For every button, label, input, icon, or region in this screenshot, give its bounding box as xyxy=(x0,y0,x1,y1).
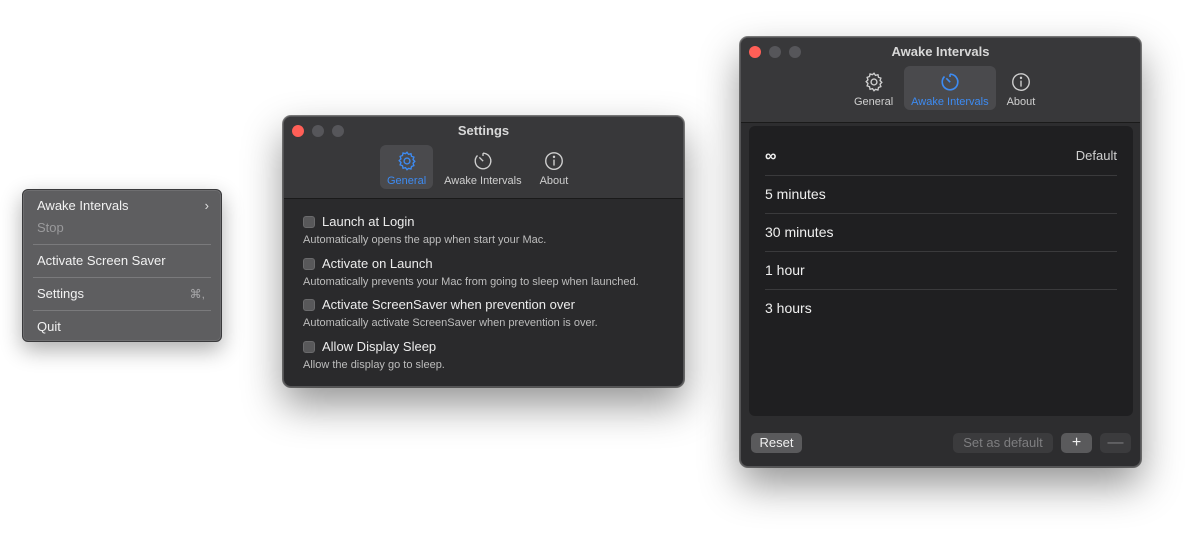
menu-item-label: Awake Intervals xyxy=(37,198,129,213)
info-icon xyxy=(1012,73,1030,91)
interval-row[interactable]: 30 minutes xyxy=(765,213,1117,252)
timer-icon xyxy=(941,73,959,91)
window-toolbar: Settings General Awake Intervals About xyxy=(284,117,683,199)
interval-row-infinite[interactable]: ∞ Default xyxy=(765,137,1117,176)
window-toolbar: Awake Intervals General Awake Intervals xyxy=(741,38,1140,123)
info-icon xyxy=(545,152,563,170)
settings-tabs: General Awake Intervals About xyxy=(380,145,575,189)
option-description: Automatically prevents your Mac from goi… xyxy=(303,276,639,288)
gear-icon xyxy=(864,72,883,92)
interval-label: 3 hours xyxy=(765,300,812,316)
interval-label: 1 hour xyxy=(765,262,805,278)
option-description: Allow the display go to sleep. xyxy=(303,359,445,371)
menu-item-awake-intervals[interactable]: Awake Intervals › xyxy=(23,195,221,217)
tab-about[interactable]: About xyxy=(533,145,576,189)
tab-general[interactable]: General xyxy=(380,145,434,189)
window-title: Awake Intervals xyxy=(891,44,990,59)
option-title: Launch at Login xyxy=(322,214,415,229)
menu-separator xyxy=(33,277,211,278)
launch-at-login-checkbox[interactable] xyxy=(303,216,315,228)
add-interval-button[interactable]: + xyxy=(1061,433,1092,453)
activate-on-launch-checkbox[interactable] xyxy=(303,258,315,270)
gear-icon xyxy=(397,151,416,171)
default-badge: Default xyxy=(1075,148,1117,163)
interval-row[interactable]: 1 hour xyxy=(765,251,1117,290)
option-description: Automatically opens the app when start y… xyxy=(303,234,547,246)
interval-label: 5 minutes xyxy=(765,186,826,202)
window-title: Settings xyxy=(457,123,510,138)
settings-window: Settings General Awake Intervals About L… xyxy=(283,116,684,387)
reset-button[interactable]: Reset xyxy=(751,433,802,453)
interval-row[interactable]: 3 hours xyxy=(765,289,1117,327)
option-title: Activate ScreenSaver when prevention ove… xyxy=(322,297,575,312)
interval-label: 30 minutes xyxy=(765,224,834,240)
allow-display-sleep-checkbox[interactable] xyxy=(303,341,315,353)
menu-separator xyxy=(33,310,211,311)
interval-row[interactable]: 5 minutes xyxy=(765,175,1117,214)
awake-tabs: General Awake Intervals About xyxy=(847,66,1042,110)
tab-label: General xyxy=(387,175,427,187)
option-title: Activate on Launch xyxy=(322,256,433,271)
tab-general[interactable]: General xyxy=(847,66,900,110)
activate-screensaver-checkbox[interactable] xyxy=(303,299,315,311)
remove-interval-button[interactable]: — xyxy=(1100,433,1131,453)
tab-about[interactable]: About xyxy=(1000,66,1043,110)
option-title: Allow Display Sleep xyxy=(322,339,437,354)
menu-item-quit[interactable]: Quit xyxy=(23,316,221,338)
menu-shortcut: ⌘, xyxy=(189,287,205,301)
option-description: Automatically activate ScreenSaver when … xyxy=(303,317,598,329)
tab-label: General xyxy=(854,96,894,108)
awake-intervals-window: Awake Intervals General Awake Intervals xyxy=(740,37,1141,467)
menu-item-settings[interactable]: Settings ⌘, xyxy=(23,283,221,305)
menu-item-label: Stop xyxy=(37,220,64,235)
menu-separator xyxy=(33,244,211,245)
tab-label: Awake Intervals xyxy=(444,175,522,187)
tab-label: About xyxy=(539,175,569,187)
set-as-default-button[interactable]: Set as default xyxy=(953,433,1053,453)
intervals-list: ∞ Default 5 minutes 30 minutes 1 hour 3 … xyxy=(749,126,1133,416)
menu-item-label: Quit xyxy=(37,319,61,334)
tab-label: Awake Intervals xyxy=(911,96,989,108)
menu-item-label: Activate Screen Saver xyxy=(37,253,166,268)
tab-awake-intervals[interactable]: Awake Intervals xyxy=(904,66,996,110)
menu-item-activate-screen-saver[interactable]: Activate Screen Saver xyxy=(23,250,221,272)
menu-item-label: Settings xyxy=(37,286,84,301)
tab-awake-intervals[interactable]: Awake Intervals xyxy=(437,145,528,189)
timer-icon xyxy=(474,152,492,170)
chevron-right-icon: › xyxy=(204,198,209,213)
menu-item-stop: Stop xyxy=(23,217,221,239)
status-menu: Awake Intervals › Stop Activate Screen S… xyxy=(22,189,222,342)
interval-label: ∞ xyxy=(765,148,777,165)
tab-label: About xyxy=(1006,96,1036,108)
